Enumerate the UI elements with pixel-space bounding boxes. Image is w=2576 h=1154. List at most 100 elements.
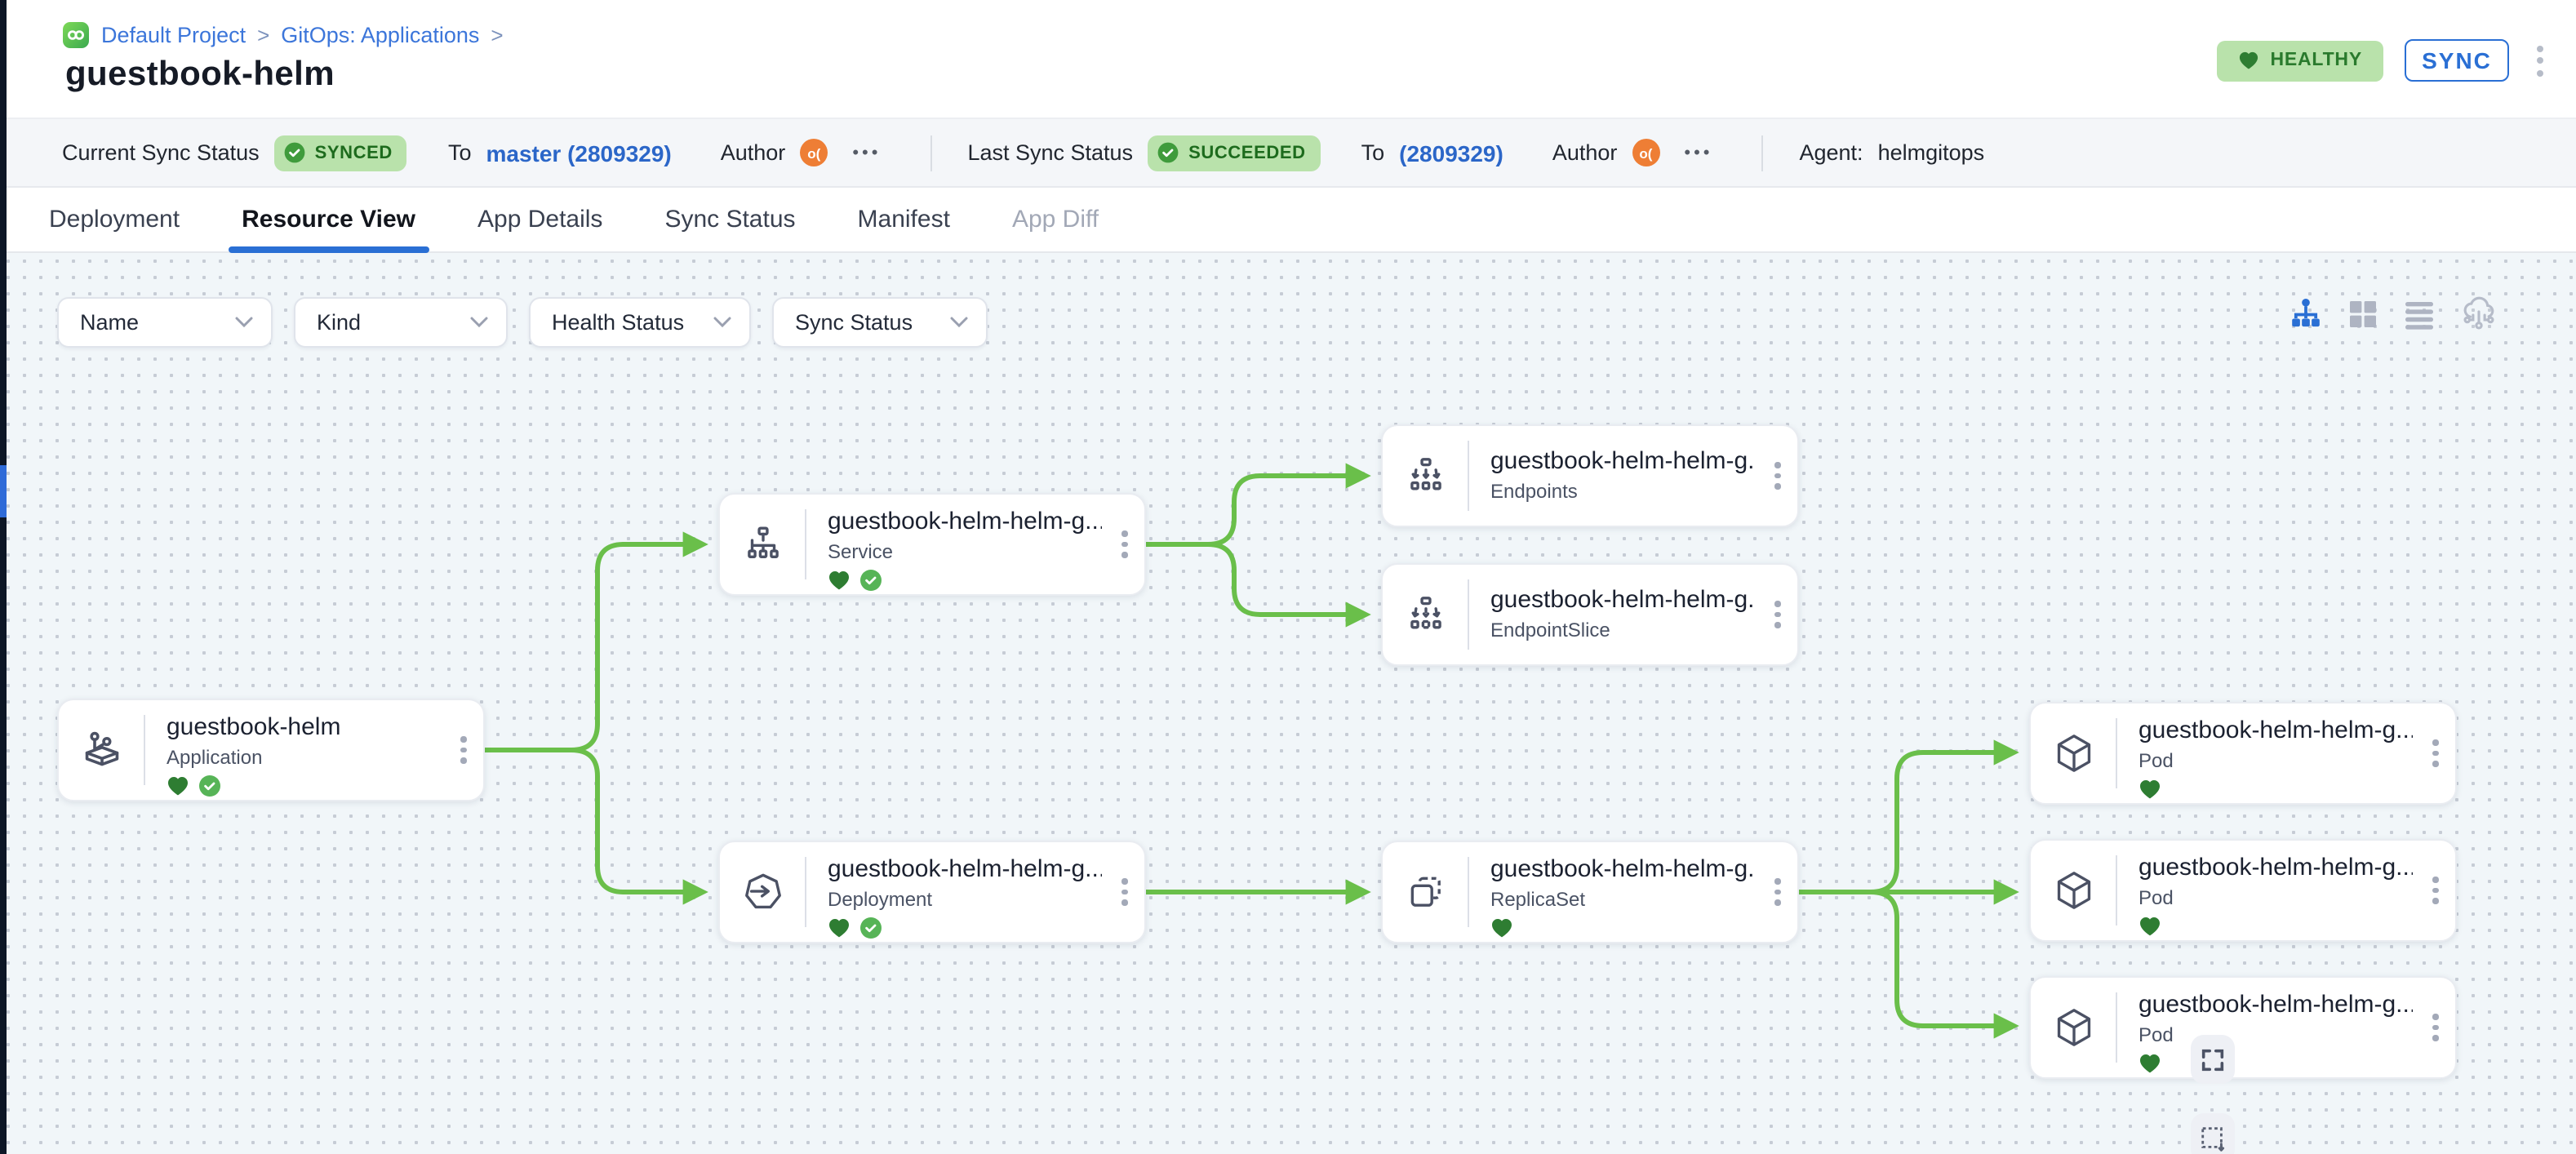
- tree-view-icon[interactable]: [2289, 297, 2323, 330]
- node-kebab-menu[interactable]: [1758, 842, 1797, 942]
- node-kebab-menu[interactable]: [2416, 703, 2455, 803]
- node-pod-2[interactable]: guestbook-helm-helm-g... Pod: [2029, 839, 2457, 942]
- node-title: guestbook-helm: [167, 713, 441, 741]
- health-status-badge: HEALTHY: [2216, 40, 2383, 81]
- node-kind: EndpointSlice: [1490, 618, 1755, 641]
- cluster-view-icon[interactable]: [2460, 295, 2498, 331]
- tab-resource-view[interactable]: Resource View: [242, 187, 415, 252]
- chevron-down-icon: [470, 317, 488, 328]
- node-title: guestbook-helm-helm-g...: [2139, 717, 2413, 744]
- last-commit-more[interactable]: •••: [1684, 143, 1712, 162]
- node-endpointslice[interactable]: guestbook-helm-helm-g... EndpointSlice: [1381, 563, 1799, 666]
- current-to-label: To: [448, 140, 472, 165]
- pod-icon: [2031, 703, 2117, 803]
- succeeded-badge-label: SUCCEEDED: [1188, 143, 1306, 162]
- synced-badge-label: SYNCED: [315, 143, 393, 162]
- tab-bar: Deployment Resource View App Details Syn…: [7, 188, 2576, 253]
- last-revision-link[interactable]: (2809329): [1399, 140, 1503, 166]
- tab-manifest[interactable]: Manifest: [858, 187, 950, 252]
- synced-badge: SYNCED: [274, 135, 407, 171]
- tab-deployment[interactable]: Deployment: [49, 187, 180, 252]
- fullscreen-icon: [2199, 1045, 2227, 1073]
- synced-check-icon: [199, 775, 220, 797]
- filter-name-dropdown[interactable]: Name: [57, 297, 273, 348]
- node-replicaset[interactable]: guestbook-helm-helm-g... ReplicaSet: [1381, 841, 1799, 943]
- node-title: guestbook-helm-helm-g...: [1490, 585, 1755, 613]
- breadcrumb-separator: >: [257, 23, 269, 47]
- healthy-heart-icon: [2139, 779, 2161, 800]
- current-revision-link[interactable]: master (2809329): [486, 140, 671, 166]
- filter-label: Sync Status: [795, 310, 913, 335]
- filter-label: Kind: [317, 310, 361, 335]
- last-author-label: Author: [1552, 140, 1618, 165]
- filter-kind-dropdown[interactable]: Kind: [294, 297, 508, 348]
- filter-label: Health Status: [552, 310, 684, 335]
- node-kind: Pod: [2139, 1023, 2413, 1046]
- endpointslice-icon: [1383, 565, 1469, 664]
- breadcrumb-project[interactable]: Default Project: [101, 23, 246, 47]
- node-kebab-menu[interactable]: [2416, 841, 2455, 940]
- list-view-icon[interactable]: [2403, 298, 2436, 329]
- node-kebab-menu[interactable]: [1105, 495, 1144, 594]
- succeeded-badge: SUCCEEDED: [1148, 135, 1321, 171]
- node-kind: Endpoints: [1490, 479, 1755, 502]
- page-title: guestbook-helm: [65, 55, 335, 95]
- select-area-button[interactable]: [2191, 1113, 2235, 1154]
- node-title: guestbook-helm-helm-g...: [828, 855, 1102, 883]
- node-endpoints[interactable]: guestbook-helm-helm-g... Endpoints: [1381, 424, 1799, 527]
- node-kind: ReplicaSet: [1490, 888, 1755, 911]
- filter-row: Name Kind Health Status Sync Status: [57, 297, 988, 348]
- tab-sync-status[interactable]: Sync Status: [664, 187, 795, 252]
- pod-icon: [2031, 841, 2117, 940]
- header-actions: HEALTHY SYNC: [2216, 39, 2550, 82]
- node-kebab-menu[interactable]: [444, 700, 483, 800]
- last-sync-status-label: Last Sync Status: [967, 140, 1133, 165]
- sidebar-active-indicator: [0, 465, 7, 517]
- breadcrumb-applications[interactable]: GitOps: Applications: [281, 23, 479, 47]
- node-kind: Application: [167, 746, 441, 769]
- divider: [930, 135, 931, 171]
- app-root: Default Project > GitOps: Applications >…: [0, 0, 2576, 1154]
- node-kebab-menu[interactable]: [1758, 565, 1797, 664]
- chevron-down-icon: [235, 317, 253, 328]
- tab-app-diff: App Diff: [1012, 187, 1099, 252]
- node-kebab-menu[interactable]: [1758, 426, 1797, 526]
- healthy-heart-icon: [1490, 917, 1513, 939]
- healthy-heart-icon: [828, 917, 851, 939]
- collapsed-sidebar[interactable]: [0, 0, 7, 1154]
- healthy-heart-icon: [2139, 1053, 2161, 1074]
- sync-button[interactable]: SYNC: [2405, 39, 2509, 82]
- endpoints-icon: [1383, 426, 1469, 526]
- tab-app-details[interactable]: App Details: [477, 187, 602, 252]
- header: Default Project > GitOps: Applications >…: [7, 0, 2576, 118]
- header-kebab-menu[interactable]: [2530, 40, 2550, 81]
- filter-health-status-dropdown[interactable]: Health Status: [529, 297, 751, 348]
- grid-view-icon[interactable]: [2347, 298, 2378, 329]
- current-commit-more[interactable]: •••: [852, 143, 881, 162]
- codefresh-logo-icon: [62, 21, 90, 49]
- status-bar: Current Sync Status SYNCED To master (28…: [7, 118, 2576, 188]
- check-circle-icon: [284, 142, 305, 163]
- node-title: guestbook-helm-helm-g...: [2139, 854, 2413, 881]
- chevron-down-icon: [713, 317, 731, 328]
- agent-value: helmgitops: [1878, 140, 1985, 165]
- node-application[interactable]: guestbook-helm Application: [57, 699, 485, 801]
- node-service[interactable]: guestbook-helm-helm-g... Service: [718, 493, 1146, 596]
- current-author-avatar: o(: [800, 139, 828, 166]
- node-kebab-menu[interactable]: [2416, 978, 2455, 1077]
- node-deployment[interactable]: guestbook-helm-helm-g... Deployment: [718, 841, 1146, 943]
- node-kebab-menu[interactable]: [1105, 842, 1144, 942]
- service-icon: [720, 495, 806, 594]
- node-pod-1[interactable]: guestbook-helm-helm-g... Pod: [2029, 702, 2457, 805]
- node-title: guestbook-helm-helm-g...: [2139, 991, 2413, 1019]
- last-author-avatar: o(: [1632, 139, 1659, 166]
- node-kind: Deployment: [828, 888, 1102, 911]
- fullscreen-button[interactable]: [2191, 1035, 2235, 1084]
- divider: [1762, 135, 1764, 171]
- node-pod-3[interactable]: guestbook-helm-helm-g... Pod: [2029, 976, 2457, 1079]
- node-kind: Pod: [2139, 886, 2413, 909]
- breadcrumb: Default Project > GitOps: Applications >: [62, 21, 504, 49]
- current-author-label: Author: [721, 140, 786, 165]
- resource-graph-canvas[interactable]: Name Kind Health Status Sync Status: [0, 253, 2576, 1154]
- filter-sync-status-dropdown[interactable]: Sync Status: [772, 297, 988, 348]
